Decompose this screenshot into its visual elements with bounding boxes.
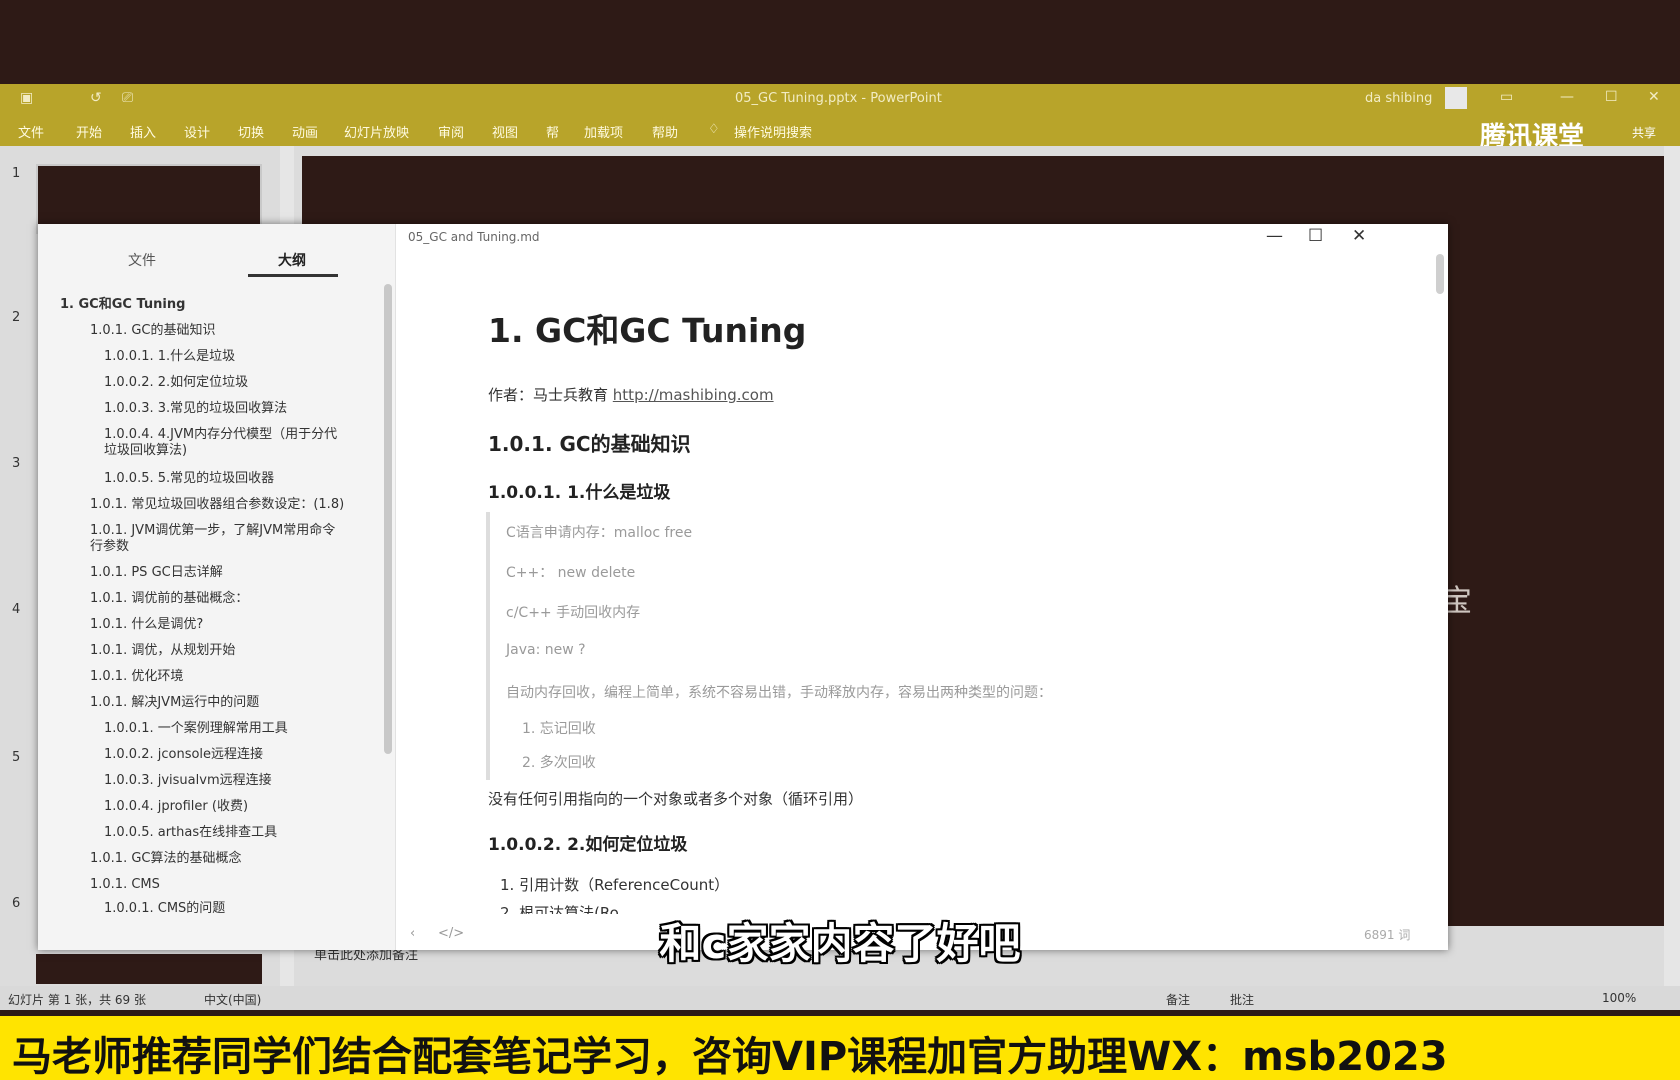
outline-item[interactable]: 1.0.1. 什么是调优?	[90, 616, 203, 633]
quote-line: Java: new ?	[506, 642, 586, 658]
tab-help-short[interactable]: 帮	[546, 122, 559, 141]
outline-item[interactable]: 1.0.0.4. jprofiler (收费)	[104, 798, 248, 815]
file-name: 05_GC and Tuning.md	[408, 230, 540, 244]
typora-sidebar: 文件 大纲 1. GC和GC Tuning 1.0.1. GC的基础知识 1.0…	[38, 224, 396, 950]
author-line: 作者：马士兵教育 http://mashibing.com	[488, 384, 774, 405]
promo-banner: 马老师推荐同学们结合配套笔记学习，咨询VIP课程加官方助理WX：msb2023	[0, 1016, 1680, 1080]
zoom-level[interactable]: 100%	[1602, 991, 1636, 1005]
language[interactable]: 中文(中国)	[204, 991, 261, 1008]
share-button[interactable]: 共享	[1632, 124, 1656, 141]
maximize-icon[interactable]: ☐	[1605, 89, 1618, 105]
editor-scrollbar[interactable]	[1436, 254, 1444, 294]
tab-underline	[248, 274, 338, 277]
quote-line: c/C++ 手动回收内存	[506, 605, 641, 621]
tab-addins[interactable]: 加载项	[584, 122, 623, 141]
tab-help[interactable]: 帮助	[652, 122, 678, 141]
quote-line: 自动内存回收，编程上简单，系统不容易出错，手动释放内存，容易出两种类型的问题：	[506, 685, 1052, 701]
tab-outline[interactable]: 大纲	[278, 250, 306, 270]
paragraph: 没有任何引用指向的一个对象或者多个对象（循环引用）	[488, 790, 864, 808]
tab-file[interactable]: 文件	[18, 122, 44, 141]
author-label: 作者：马士兵教育	[488, 386, 609, 404]
outline-item[interactable]: 行参数	[90, 538, 129, 555]
typora-titlebar: 05_GC and Tuning.md — ☐ ✕	[396, 224, 1448, 254]
slide-numbers: 1 2 3 4 5 6	[0, 146, 36, 986]
outline-item[interactable]: 1.0.0.4. 4.JVM内存分代模型（用于分代	[104, 426, 337, 443]
outline-item[interactable]: 1.0.0.3. jvisualvm远程连接	[104, 772, 272, 789]
sidebar-tabs: 文件 大纲	[38, 224, 396, 280]
outline-scrollbar[interactable]	[384, 284, 392, 754]
heading-3: 1.0.1. GC的基础知识	[488, 432, 691, 456]
outline-item[interactable]: 1.0.0.5. arthas在线排查工具	[104, 824, 277, 841]
slide-info: 幻灯片 第 1 张，共 69 张	[8, 993, 146, 1007]
close-icon[interactable]: ✕	[1648, 89, 1660, 105]
outline-item[interactable]: 1.0.1. 常见垃圾回收器组合参数设定：(1.8)	[90, 496, 344, 513]
avatar[interactable]	[1445, 87, 1467, 109]
quote-list-item: 1. 忘记回收	[522, 721, 596, 737]
outline-item[interactable]: 1.0.1. GC的基础知识	[90, 322, 216, 339]
outline-item[interactable]: 1.0.0.1. 1.什么是垃圾	[104, 348, 235, 365]
slide-number: 2	[12, 310, 21, 325]
outline-item[interactable]: 1.0.1. JVM调优第一步，了解JVM常用命令	[90, 522, 335, 539]
outline-item[interactable]: 1.0.0.2. 2.如何定位垃圾	[104, 374, 248, 391]
heading-4: 1.0.0.2. 2.如何定位垃圾	[488, 835, 688, 855]
tab-view[interactable]: 视图	[492, 122, 518, 141]
ppt-ribbon: 文件 开始 插入 设计 切换 动画 幻灯片放映 审阅 视图 帮 加载项 帮助 ♢…	[0, 114, 1680, 152]
close-icon[interactable]: ✕	[1352, 226, 1366, 246]
ribbon-display-icon[interactable]: ▭	[1500, 89, 1513, 105]
tab-files[interactable]: 文件	[128, 250, 156, 270]
typora-window: 文件 大纲 1. GC和GC Tuning 1.0.1. GC的基础知识 1.0…	[38, 224, 1448, 950]
outline-item[interactable]: 1.0.0.5. 5.常见的垃圾回收器	[104, 470, 274, 487]
comments-toggle[interactable]: 批注	[1230, 991, 1254, 1008]
minimize-icon[interactable]: —	[1266, 226, 1283, 246]
tell-me-search[interactable]: 操作说明搜索	[734, 122, 812, 141]
video-subtitle: 和c家家内容了好吧	[659, 919, 1021, 968]
slide-number: 3	[12, 456, 21, 471]
slide-number: 6	[12, 896, 21, 911]
list-item: 1. 引用计数（ReferenceCount）	[500, 876, 730, 894]
start-from-beginning-icon[interactable]: ⎚	[122, 90, 133, 106]
undo-icon[interactable]: ↺	[90, 90, 102, 106]
ppt-status-bar: 幻灯片 第 1 张，共 69 张 中文(中国) 备注 批注 100%	[0, 986, 1680, 1010]
quote-line: C++： new delete	[506, 565, 636, 581]
maximize-icon[interactable]: ☐	[1308, 226, 1323, 246]
notes-toggle[interactable]: 备注	[1166, 991, 1190, 1008]
tab-transitions[interactable]: 切换	[238, 122, 264, 141]
quote-line: C语言申请内存：malloc free	[506, 525, 693, 541]
outline-item[interactable]: 1.0.1. GC算法的基础概念	[90, 850, 242, 867]
ppt-titlebar: ▣ ↺ ⎚ 05_GC Tuning.pptx - PowerPoint da …	[0, 84, 1680, 114]
slide-number: 4	[12, 602, 21, 617]
outline-item[interactable]: 1.0.1. CMS	[90, 876, 160, 893]
promo-text: 马老师推荐同学们结合配套笔记学习，咨询VIP课程加官方助理WX：msb2023	[12, 1034, 1448, 1080]
save-icon[interactable]: ▣	[20, 90, 33, 106]
quote-list-item: 2. 多次回收	[522, 755, 596, 771]
outline-item[interactable]: 1.0.0.3. 3.常见的垃圾回收算法	[104, 400, 287, 417]
outline-item[interactable]: 1. GC和GC Tuning	[60, 296, 185, 313]
outline-item[interactable]: 1.0.1. PS GC日志详解	[90, 564, 223, 581]
slide-number: 5	[12, 750, 21, 765]
user-name[interactable]: da shibing	[1365, 91, 1432, 106]
heading-4: 1.0.0.1. 1.什么是垃圾	[488, 483, 671, 503]
outline-item[interactable]: 1.0.0.2. jconsole远程连接	[104, 746, 263, 763]
outline-item[interactable]: 1.0.1. 优化环境	[90, 668, 183, 685]
slide-scrollbar[interactable]	[1664, 146, 1680, 986]
minimize-icon[interactable]: —	[1560, 89, 1574, 105]
outline-item[interactable]: 1.0.0.1. 一个案例理解常用工具	[104, 720, 288, 737]
outline-item[interactable]: 1.0.1. 解决JVM运行中的问题	[90, 694, 259, 711]
tab-design[interactable]: 设计	[184, 122, 210, 141]
blockquote-bar	[486, 512, 490, 780]
outline-item[interactable]: 垃圾回收算法)	[104, 442, 187, 459]
tab-home[interactable]: 开始	[76, 122, 102, 141]
heading-1: 1. GC和GC Tuning	[488, 311, 807, 350]
outline-item[interactable]: 1.0.1. 调优前的基础概念：	[90, 590, 248, 607]
lightbulb-icon: ♢	[708, 122, 720, 137]
tab-animations[interactable]: 动画	[292, 122, 318, 141]
tab-slideshow[interactable]: 幻灯片放映	[344, 122, 409, 141]
slide-number: 1	[12, 166, 21, 181]
document-title: 05_GC Tuning.pptx - PowerPoint	[735, 91, 942, 106]
tab-insert[interactable]: 插入	[130, 122, 156, 141]
outline-item[interactable]: 1.0.1. 调优，从规划开始	[90, 642, 235, 659]
author-link[interactable]: http://mashibing.com	[613, 386, 774, 404]
editor-content[interactable]: 1. GC和GC Tuning 作者：马士兵教育 http://mashibin…	[396, 254, 1448, 922]
tab-review[interactable]: 审阅	[438, 122, 464, 141]
